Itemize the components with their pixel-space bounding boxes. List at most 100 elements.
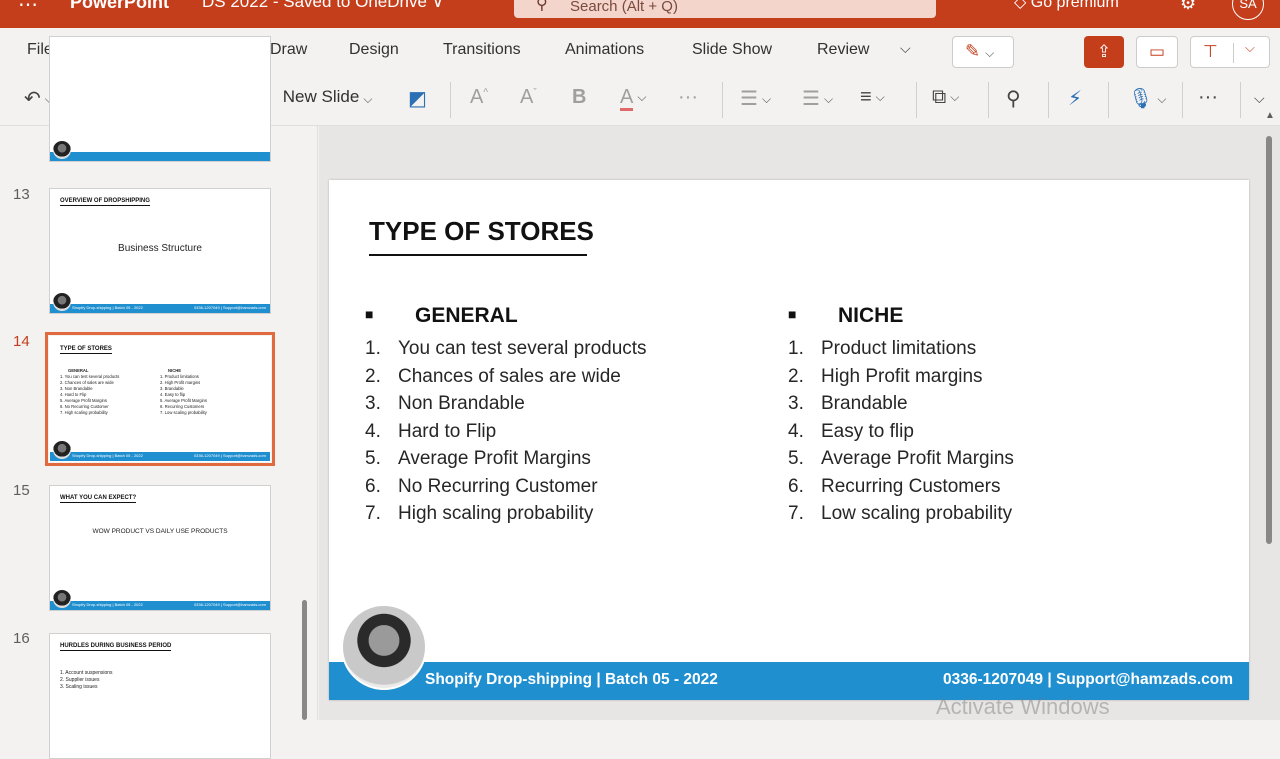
footer-contact: 0336-1207049 | Support@hamzads.com: [943, 671, 1233, 688]
slide-number-15: 15: [13, 482, 30, 499]
app-launcher-icon[interactable]: ⋯: [18, 0, 39, 17]
more-tabs-chevron-icon[interactable]: ⌵: [900, 40, 911, 57]
microphone-icon: 🎙︎: [1128, 88, 1154, 110]
align-left-icon: ≡: [860, 86, 872, 108]
dictate-button[interactable]: 🎙︎ ⌵: [1128, 86, 1167, 111]
slide-title[interactable]: TYPE OF STORES: [369, 216, 594, 247]
thumbnail-item: 7. High scaling probability: [60, 410, 108, 415]
new-slide-button[interactable]: ⊞New Slide⌵: [256, 86, 372, 111]
tab-design[interactable]: Design: [349, 41, 399, 59]
pen-tool-button[interactable]: ✎ ⌵: [952, 36, 1014, 68]
editor-scrollbar[interactable]: ▲: [1264, 110, 1275, 720]
slide-thumbnail-15[interactable]: WHAT YOU CAN EXPECT? WOW PRODUCT VS DAIL…: [49, 485, 271, 611]
grow-font-button[interactable]: A^: [470, 86, 488, 109]
list-item: 6. Recurring Customers: [788, 475, 1001, 497]
thumbnail-footer: [50, 152, 270, 161]
numbering-button[interactable]: ☰ ⌵: [802, 86, 833, 111]
thumbnail-title: HURDLES DURING BUSINESS PERIOD: [60, 643, 172, 651]
thumbnail-footer-right: 0336-1207049 | Support@hamzads.com: [193, 602, 266, 607]
scroll-up-arrow-icon[interactable]: ▲: [1265, 110, 1275, 121]
present-button[interactable]: ⊤ ⌵: [1190, 36, 1270, 68]
tab-animations[interactable]: Animations: [565, 41, 644, 59]
share-button[interactable]: ⇪: [1084, 36, 1124, 68]
slide-thumbnail-12[interactable]: [49, 36, 271, 162]
font-color-icon: A: [620, 86, 634, 111]
panel-scrollbar[interactable]: [302, 600, 307, 720]
search-box[interactable]: ⚲ Search (Alt + Q): [514, 0, 936, 18]
thumbnail-footer: Shopify Drop-shipping | Batch 05 - 2022 0…: [50, 601, 270, 610]
find-button[interactable]: ⚲: [1006, 86, 1021, 111]
thumbnail-text: Business Structure: [118, 243, 202, 254]
title-underline: [369, 254, 587, 256]
divider: [988, 82, 989, 118]
designer-button[interactable]: ⚡︎: [1068, 86, 1082, 111]
column-general[interactable]: ■ GENERAL 1. You can test several products…: [365, 304, 647, 531]
go-premium-button[interactable]: ◇ Go premium: [1014, 0, 1119, 12]
chevron-down-icon: ⌵: [363, 92, 373, 107]
list-item: 7. High scaling probability: [365, 503, 594, 524]
presenter-photo: [53, 441, 71, 459]
comments-button[interactable]: ▭: [1136, 36, 1178, 68]
shapes-button[interactable]: ⧉ ⌵: [932, 86, 959, 109]
square-bullet-icon: ■: [365, 306, 374, 322]
footer-course: Shopify Drop-shipping | Batch 05 - 2022: [425, 671, 718, 688]
bullet-list-icon: ☰: [740, 88, 758, 110]
share-icon: ⇪: [1096, 42, 1112, 61]
thumbnail-footer-left: Shopify Drop-shipping | Batch 05 - 2022: [72, 305, 143, 310]
more-options-button[interactable]: ···: [1198, 86, 1218, 109]
more-font-options-button[interactable]: ···: [678, 86, 698, 109]
chevron-down-icon: ⌵: [1157, 92, 1167, 107]
chevron-down-icon: ⌵: [1254, 90, 1265, 106]
align-button[interactable]: ≡ ⌵: [860, 86, 885, 109]
chevron-down-icon: ⌵: [761, 92, 772, 107]
undo-icon: ↶: [24, 88, 41, 110]
list-item: 5. Average Profit Margins: [365, 448, 591, 469]
layout-icon: ◩: [408, 88, 427, 110]
tab-slide-show[interactable]: Slide Show: [692, 41, 772, 59]
search-icon: ⚲: [1006, 88, 1021, 110]
new-slide-label: New Slide: [282, 87, 360, 106]
bold-button[interactable]: B: [572, 86, 586, 109]
thumbnail-column-general: GENERAL 1. You can test several products…: [60, 368, 119, 416]
search-icon: ⚲: [536, 0, 548, 13]
tab-transitions[interactable]: Transitions: [443, 41, 521, 59]
layout-button[interactable]: ◩: [408, 86, 427, 111]
presenter-photo: [53, 141, 71, 159]
present-icon: ⊤: [1203, 42, 1218, 61]
slide-number-13: 13: [13, 186, 30, 203]
list-item: 4. Hard to Flip: [365, 420, 497, 442]
thumbnail-footer-left: Shopify Drop-shipping | Batch 05 - 2022: [72, 602, 143, 607]
bullets-button[interactable]: ☰ ⌵: [740, 86, 771, 111]
presenter-photo: [341, 604, 427, 690]
go-premium-label: Go premium: [1030, 0, 1119, 11]
shrink-font-icon: Aˇ: [520, 86, 537, 108]
column-niche[interactable]: ■ NICHE 1. Product limitations 2. High Prof…: [788, 304, 1014, 531]
font-color-button[interactable]: A ⌵: [620, 86, 647, 111]
chevron-down-icon[interactable]: ⌵: [1245, 40, 1255, 56]
slide-canvas[interactable]: TYPE OF STORES ■ GENERAL 1. You can test s…: [329, 180, 1249, 700]
thumbnail-title: WHAT YOU CAN EXPECT?: [60, 495, 137, 503]
scrollbar-thumb[interactable]: [1266, 136, 1272, 544]
list-item: 1. Product limitations: [788, 338, 977, 359]
thumbnail-footer-right: 0336-1207049 | Support@hamzads.com: [193, 453, 266, 458]
slide-thumbnail-14[interactable]: TYPE OF STORES GENERAL 1. You can test s…: [45, 332, 275, 466]
settings-gear-icon[interactable]: ⚙: [1180, 0, 1196, 14]
list-item: 5. Average Profit Margins: [788, 448, 1014, 469]
list-item: 7. Low scaling probability: [788, 503, 1013, 524]
thumbnail-footer-right: 0336-1207049 | Support@hamzads.com: [193, 305, 266, 310]
collapse-ribbon-button[interactable]: ⌵: [1254, 90, 1265, 107]
user-avatar[interactable]: SA: [1232, 0, 1264, 20]
diamond-icon: ◇: [1014, 0, 1031, 11]
divider: [916, 82, 917, 118]
document-name[interactable]: DS 2022 - Saved to OneDrive ∨: [202, 0, 444, 12]
chevron-down-icon: ⌵: [637, 90, 647, 105]
slide-thumbnail-16[interactable]: HURDLES DURING BUSINESS PERIOD 1. Accoun…: [49, 633, 271, 759]
divider: [722, 82, 723, 118]
shrink-font-button[interactable]: Aˇ: [520, 86, 537, 109]
tab-review[interactable]: Review: [817, 41, 869, 59]
slide-thumbnail-13[interactable]: OVERVIEW OF DROPSHIPPING Business Struct…: [49, 188, 271, 314]
column-heading: ■ GENERAL: [365, 304, 518, 327]
slide-number-16: 16: [13, 630, 30, 647]
list-item: 2. Chances of sales are wide: [365, 365, 621, 387]
tab-draw[interactable]: Draw: [270, 41, 307, 59]
